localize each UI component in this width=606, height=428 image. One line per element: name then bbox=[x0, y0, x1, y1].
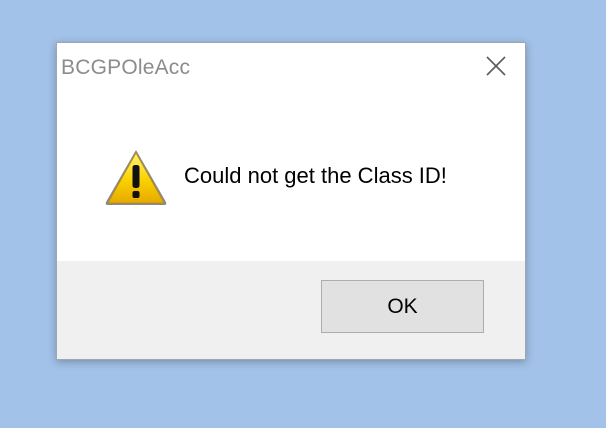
button-area: OK bbox=[57, 261, 525, 359]
desktop-background: BCGPOleAcc Could not get the Class ID! O… bbox=[0, 0, 606, 428]
warning-icon bbox=[105, 150, 167, 205]
ok-button[interactable]: OK bbox=[321, 280, 484, 333]
message-text: Could not get the Class ID! bbox=[184, 163, 447, 188]
dialog-content: Could not get the Class ID! bbox=[57, 91, 525, 261]
close-button[interactable] bbox=[461, 43, 525, 89]
message-box-dialog: BCGPOleAcc Could not get the Class ID! O… bbox=[56, 42, 526, 360]
title-bar[interactable]: BCGPOleAcc bbox=[57, 43, 525, 91]
close-icon bbox=[486, 56, 506, 76]
dialog-title: BCGPOleAcc bbox=[61, 56, 191, 79]
